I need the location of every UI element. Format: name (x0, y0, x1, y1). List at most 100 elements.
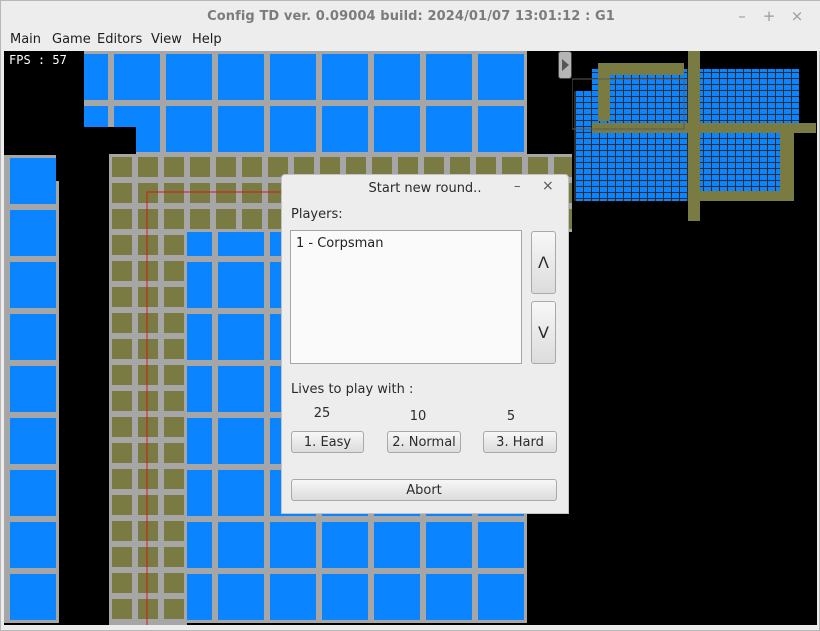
minimap-tile (672, 97, 679, 102)
minimap-tile (744, 115, 751, 120)
minimap-tile (728, 97, 735, 102)
minimap-tile (616, 163, 623, 168)
minimap-tile (712, 133, 719, 138)
hard-button[interactable]: 3. Hard (483, 431, 557, 453)
minimap-tile (736, 175, 743, 180)
map-tile (478, 574, 524, 620)
close-window-button[interactable]: × (788, 7, 806, 25)
minimap-tile (680, 163, 687, 168)
map-tile (374, 54, 420, 100)
path-tile (164, 261, 184, 281)
minimize-window-button[interactable]: – (733, 7, 751, 25)
minimap-tile (632, 109, 639, 114)
minimap-tile (584, 121, 591, 126)
minimap-tile (672, 85, 679, 90)
minimap-tile (640, 79, 647, 84)
easy-button[interactable]: 1. Easy (291, 431, 364, 453)
minimap-tile (576, 109, 583, 114)
dialog-title-bar[interactable]: Start new round.. (282, 175, 568, 201)
players-list[interactable]: 1 - Corpsman (290, 230, 522, 364)
minimap-tile (656, 103, 663, 108)
minimap-tile (600, 175, 607, 180)
minimap-tile (616, 85, 623, 90)
minimap-tile (608, 133, 615, 138)
minimap-tile (672, 91, 679, 96)
minimap-tile (712, 91, 719, 96)
minimap-tile (632, 139, 639, 144)
minimap-tile (760, 91, 767, 96)
title-bar[interactable]: Config TD ver. 0.09004 build: 2024/01/07… (1, 1, 820, 31)
maximize-window-button[interactable]: + (760, 7, 778, 25)
menu-game[interactable]: Game (52, 32, 91, 47)
path-tile (112, 339, 132, 359)
menu-main[interactable]: Main (10, 32, 41, 47)
minimap-tile (592, 109, 599, 114)
minimap-tile (576, 133, 583, 138)
path-tile (138, 287, 158, 307)
easy-lives-value: 25 (313, 406, 331, 421)
minimap-tile (664, 175, 671, 180)
minimap-tile (656, 163, 663, 168)
path-tile (112, 443, 132, 463)
abort-button[interactable]: Abort (291, 479, 557, 501)
minimap-tile (624, 175, 631, 180)
minimap[interactable] (572, 51, 817, 221)
minimap-tile (648, 85, 655, 90)
minimap-tile (584, 163, 591, 168)
menu-editors[interactable]: Editors (97, 32, 142, 47)
minimap-tile (784, 103, 791, 108)
minimap-tile (640, 139, 647, 144)
minimap-tile (632, 187, 639, 192)
minimap-tile (640, 97, 647, 102)
minimap-tile (632, 115, 639, 120)
minimap-tile (608, 163, 615, 168)
minimap-tile (704, 157, 711, 162)
dialog-minimize-button[interactable]: – (514, 179, 521, 194)
minimap-tile (744, 169, 751, 174)
minimap-tile (632, 85, 639, 90)
minimap-tile (616, 145, 623, 150)
minimap-tile (736, 181, 743, 186)
minimap-tile (624, 109, 631, 114)
minimap-toggle-handle[interactable] (558, 51, 572, 79)
minimap-tile (656, 193, 663, 198)
minimap-tile (768, 169, 775, 174)
minimap-tile (672, 187, 679, 192)
normal-button[interactable]: 2. Normal (387, 431, 461, 453)
minimap-tile (704, 133, 711, 138)
menu-help[interactable]: Help (192, 32, 222, 47)
minimap-tile (712, 115, 719, 120)
minimap-tile (680, 145, 687, 150)
path-tile (164, 339, 184, 359)
path-tile (112, 235, 132, 255)
minimap-tile (664, 79, 671, 84)
minimap-tile (648, 91, 655, 96)
move-player-up-button[interactable]: Λ (531, 231, 556, 294)
minimap-tile (768, 175, 775, 180)
minimap-tile (776, 85, 783, 90)
path-tile (216, 183, 236, 203)
minimap-tile (776, 91, 783, 96)
start-round-dialog: Start new round.. – × Players: 1 - Corps… (281, 174, 569, 514)
minimap-tile (768, 73, 775, 78)
minimap-tile (632, 151, 639, 156)
minimap-path (780, 133, 794, 201)
map-tile (10, 262, 56, 308)
minimap-tile (672, 145, 679, 150)
minimap-tile (768, 109, 775, 114)
player-list-item[interactable]: 1 - Corpsman (296, 236, 384, 251)
dialog-close-button[interactable]: × (542, 178, 554, 194)
move-player-down-button[interactable]: V (531, 301, 556, 364)
minimap-tile (664, 97, 671, 102)
minimap-tile (736, 163, 743, 168)
minimap-tile (680, 187, 687, 192)
path-tile (164, 391, 184, 411)
minimap-tile (728, 115, 735, 120)
minimap-tile (624, 85, 631, 90)
minimap-tile (576, 187, 583, 192)
map-tile (374, 574, 420, 620)
menu-view[interactable]: View (151, 32, 182, 47)
minimap-tile (592, 115, 599, 120)
minimap-tile (624, 91, 631, 96)
minimap-tile (648, 139, 655, 144)
